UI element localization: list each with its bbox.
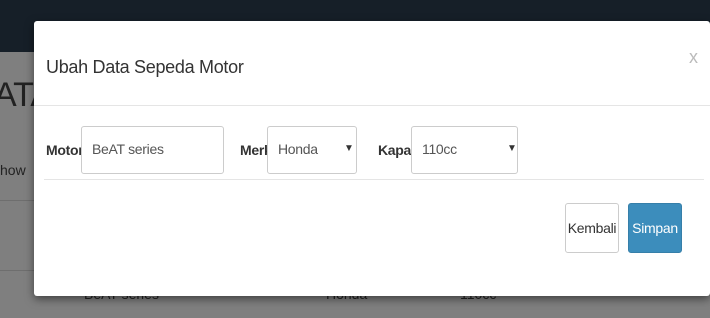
motor-label: Motor (46, 142, 84, 158)
form-divider (44, 179, 704, 180)
modal-header: Ubah Data Sepeda Motor x (34, 21, 710, 106)
caret-down-icon: ▼ (507, 143, 517, 154)
kembali-button[interactable]: Kembali (565, 203, 619, 253)
merk-selected-value: Honda (278, 141, 318, 157)
close-icon[interactable]: x (689, 47, 698, 68)
kapasitas-selected-value: 110cc (422, 141, 457, 157)
simpan-button[interactable]: Simpan (628, 203, 682, 253)
edit-motor-modal: Ubah Data Sepeda Motor x Motor BeAT seri… (34, 21, 710, 296)
kapasitas-select[interactable]: 110cc (411, 126, 518, 174)
modal-title: Ubah Data Sepeda Motor (46, 57, 244, 77)
form-row: Motor BeAT series Merk Honda ▼ Kapasi 11… (34, 126, 710, 176)
caret-down-icon: ▼ (344, 143, 354, 154)
motor-input[interactable]: BeAT series (81, 126, 224, 174)
